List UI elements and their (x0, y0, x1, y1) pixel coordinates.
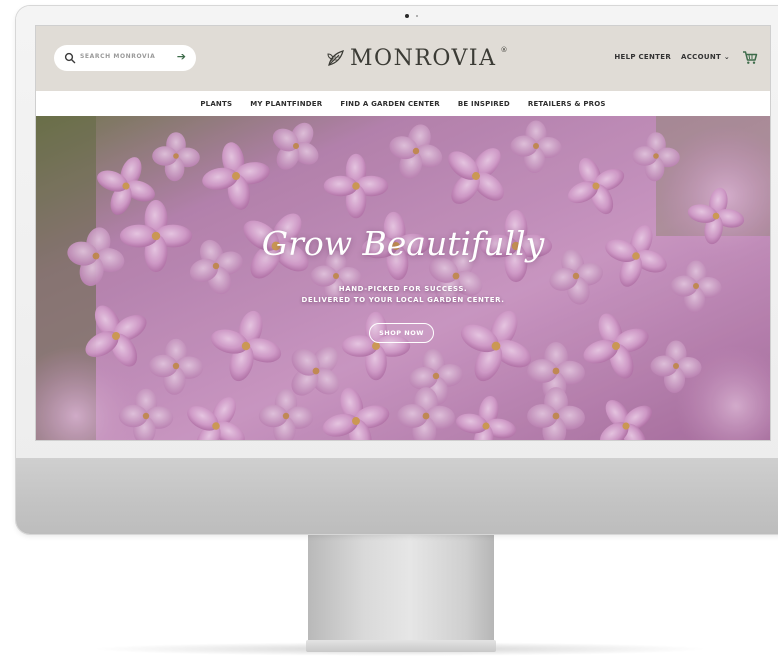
search-icon (64, 52, 76, 64)
cart-icon[interactable] (742, 50, 758, 65)
nav-retailers-pros[interactable]: RETAILERS & PROS (528, 100, 606, 108)
nav-be-inspired[interactable]: BE INSPIRED (458, 100, 510, 108)
monitor-chin (16, 458, 778, 534)
search-input[interactable]: SEARCH MONROVIA ➔ (54, 45, 196, 71)
arrow-right-icon[interactable]: ➔ (177, 50, 186, 63)
shop-now-button[interactable]: SHOP NOW (369, 323, 434, 343)
screen: SEARCH MONROVIA ➔ MONROVIA ® HELP CENTER… (36, 26, 770, 440)
camera-sensor (416, 15, 418, 17)
leaf-logo-icon (327, 50, 344, 66)
hero-subtitle-line-2: DELIVERED TO YOUR LOCAL GARDEN CENTER. (301, 296, 505, 304)
monitor: SEARCH MONROVIA ➔ MONROVIA ® HELP CENTER… (16, 6, 778, 534)
site-header: SEARCH MONROVIA ➔ MONROVIA ® HELP CENTER… (36, 26, 770, 91)
nav-my-plantfinder[interactable]: MY PLANTFINDER (250, 100, 322, 108)
header-links: HELP CENTER ACCOUNT ⌄ (614, 53, 730, 61)
account-menu[interactable]: ACCOUNT ⌄ (681, 53, 730, 61)
hero-subtitle-line-1: HAND-PICKED FOR SUCCESS. (338, 285, 468, 293)
nav-find-garden-center[interactable]: FIND A GARDEN CENTER (340, 100, 440, 108)
help-center-link[interactable]: HELP CENTER (614, 53, 671, 61)
main-nav: PLANTS MY PLANTFINDER FIND A GARDEN CENT… (36, 91, 770, 117)
monitor-stand (308, 534, 494, 646)
registered-mark: ® (500, 46, 508, 54)
search-placeholder: SEARCH MONROVIA (80, 53, 156, 60)
monitor-stand-base (306, 640, 496, 652)
lilac-hero-image (36, 116, 770, 440)
hero-subtitle: HAND-PICKED FOR SUCCESS. DELIVERED TO YO… (36, 284, 770, 306)
hero-title: Grow Beautifully (261, 224, 545, 263)
nav-plants[interactable]: PLANTS (200, 100, 232, 108)
logo-wordmark: MONROVIA (350, 45, 497, 71)
camera-icon (405, 14, 409, 18)
hero-banner: Grow Beautifully HAND-PICKED FOR SUCCESS… (36, 116, 770, 440)
brand-logo[interactable]: MONROVIA ® (326, 44, 508, 72)
